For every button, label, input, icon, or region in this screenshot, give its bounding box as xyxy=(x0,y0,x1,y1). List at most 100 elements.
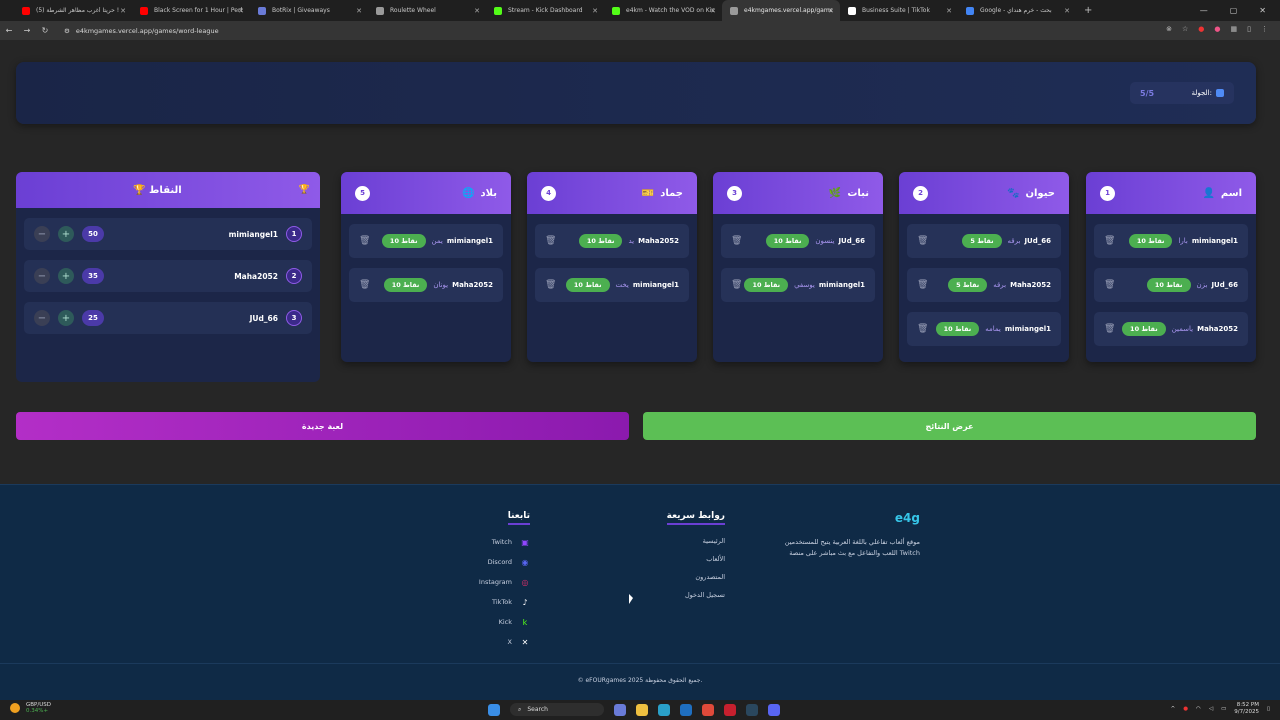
tab-close-icon[interactable]: ✕ xyxy=(120,7,126,15)
browser-tab[interactable]: Stream - Kick Dashboard ✕ xyxy=(486,0,604,21)
social-link-kick[interactable]: Kick k xyxy=(479,617,530,627)
trash-icon[interactable]: 🗑 xyxy=(917,324,928,334)
minus-icon[interactable]: − xyxy=(34,268,50,284)
footer-link[interactable]: تسجيل الدخول xyxy=(667,591,725,599)
tab-close-icon[interactable]: ✕ xyxy=(946,7,952,15)
chrome-icon[interactable] xyxy=(702,703,714,716)
answer-actions: 🗑 xyxy=(545,280,556,290)
extensions-icon[interactable]: ▦ xyxy=(1231,25,1238,33)
trash-icon[interactable]: 🗑 xyxy=(1104,324,1115,334)
browser-tab[interactable]: Business Suite | TikTok ✕ xyxy=(840,0,958,21)
browser-tab[interactable]: Google - بحث - خرم هنداي ✕ xyxy=(958,0,1076,21)
trash-icon[interactable]: 🗑 xyxy=(917,280,928,290)
trash-icon[interactable]: 🗑 xyxy=(545,280,556,290)
tab-close-icon[interactable]: ✕ xyxy=(1064,7,1070,15)
social-link-instagram[interactable]: Instagram ◎ xyxy=(479,577,530,587)
extension-pink-icon[interactable]: ● xyxy=(1214,25,1220,33)
browser-tab[interactable]: e4kmgames.vercel.app/games/✕ xyxy=(722,0,840,21)
notification-icon[interactable]: ▯ xyxy=(1267,706,1270,712)
footer-link[interactable]: الألعاب xyxy=(667,555,725,563)
tray-chevron-icon[interactable]: ^ xyxy=(1171,706,1176,712)
taskbar-apps: ⌕ Search xyxy=(488,703,780,716)
player-name: Maha2052 xyxy=(1010,281,1051,289)
round-indicator: 5/5 الجولة: xyxy=(1130,82,1234,104)
reload-icon[interactable]: ↻ xyxy=(36,26,54,35)
answer-row: 🗑 10 نقاط يمامه mimiangel1 xyxy=(907,312,1061,346)
tray-app-icon[interactable]: ● xyxy=(1183,706,1188,712)
footer: e4g موقع ألعاب تفاعلي باللغة العربية يتي… xyxy=(0,484,1280,700)
new-tab-icon[interactable]: + xyxy=(1084,5,1092,16)
copilot-icon[interactable] xyxy=(614,703,626,716)
tab-close-icon[interactable]: ✕ xyxy=(828,7,834,15)
quick-links-title: روابط سريعة xyxy=(666,511,725,525)
social-link-x[interactable]: X ✕ xyxy=(479,637,530,647)
player-name: Maha2052 xyxy=(452,281,493,289)
browser-tab[interactable]: (5) حريتا أغرب مظاهر الشرطة ! ✕ xyxy=(14,0,132,21)
edge-icon[interactable] xyxy=(658,703,670,716)
back-icon[interactable]: ← xyxy=(0,26,18,35)
answer-word: يد xyxy=(628,237,635,245)
minus-icon[interactable]: − xyxy=(34,226,50,242)
tab-title: Black Screen for 1 Hour | Perfe xyxy=(154,7,242,14)
discord-app-icon[interactable] xyxy=(768,703,780,716)
url-field[interactable]: ⚙ e4kmgames.vercel.app/games/word-league xyxy=(64,27,219,35)
trash-icon[interactable]: 🗑 xyxy=(359,236,370,246)
windows-start-icon[interactable] xyxy=(488,703,500,716)
app-red-icon[interactable] xyxy=(724,703,736,716)
social-link-twitch[interactable]: Twitch ▣ xyxy=(479,537,530,547)
answer-row: 🗑 10 نقاط يخت mimiangel1 xyxy=(535,268,689,302)
taskbar-search[interactable]: ⌕ Search xyxy=(510,703,604,716)
forward-icon[interactable]: → xyxy=(18,26,36,35)
plus-icon[interactable]: + xyxy=(58,310,74,326)
footer-link[interactable]: المتصدرون xyxy=(667,573,725,581)
category-header: 1 👤 اسم xyxy=(1086,172,1256,214)
volume-icon[interactable]: ◁ xyxy=(1209,706,1213,712)
trash-icon[interactable]: 🗑 xyxy=(1104,280,1115,290)
tab-close-icon[interactable]: ✕ xyxy=(474,7,480,15)
trash-icon[interactable]: 🗑 xyxy=(917,236,928,246)
site-info-icon[interactable]: ⚙ xyxy=(64,27,70,35)
menu-icon[interactable]: ⋮ xyxy=(1261,25,1268,33)
trash-icon[interactable]: 🗑 xyxy=(731,236,742,246)
category-icon: 👤 xyxy=(1202,187,1215,199)
browser-tab[interactable]: Black Screen for 1 Hour | Perfe ✕ xyxy=(132,0,250,21)
browser-tab[interactable]: Roulette Wheel ✕ xyxy=(368,0,486,21)
password-icon[interactable]: ⊗ xyxy=(1166,25,1172,33)
tab-close-icon[interactable]: ✕ xyxy=(238,7,244,15)
show-results-button[interactable]: عرض النتائج xyxy=(643,412,1256,440)
plus-icon[interactable]: + xyxy=(58,226,74,242)
trash-icon[interactable]: 🗑 xyxy=(1104,236,1115,246)
clock[interactable]: 8:52 PM 9/7/2025 xyxy=(1234,702,1259,716)
ticker-widget[interactable]: GBP/USD 0.34%+ xyxy=(10,702,51,714)
minimize-icon[interactable]: — xyxy=(1200,6,1208,15)
sidepanel-icon[interactable]: ▯ xyxy=(1247,25,1251,33)
points-badge: 10 نقاط xyxy=(578,234,623,248)
trash-icon[interactable]: 🗑 xyxy=(731,280,742,290)
new-game-button[interactable]: لعبة جديدة xyxy=(16,412,629,440)
minus-icon[interactable]: − xyxy=(34,310,50,326)
footer-link[interactable]: الرئيسية xyxy=(667,537,725,545)
close-icon[interactable]: ✕ xyxy=(1259,6,1266,15)
score-row: − +50 mimiangel1 1 xyxy=(24,218,312,250)
answer-actions: 🗑 xyxy=(359,280,370,290)
social-link-discord[interactable]: Discord ◉ xyxy=(479,557,530,567)
browser-tab[interactable]: BotRix | Giveaways ✕ xyxy=(250,0,368,21)
outlook-icon[interactable] xyxy=(680,703,692,716)
battery-icon[interactable]: ▭ xyxy=(1221,706,1226,712)
wifi-icon[interactable]: ◠ xyxy=(1196,706,1201,712)
extension-red-icon[interactable]: ● xyxy=(1198,25,1204,33)
browser-tab[interactable]: e4km - Watch the VOD on Kick ✕ xyxy=(604,0,722,21)
file-explorer-icon[interactable] xyxy=(636,703,648,716)
tab-close-icon[interactable]: ✕ xyxy=(592,7,598,15)
maximize-icon[interactable]: ▢ xyxy=(1230,6,1238,15)
bookmark-star-icon[interactable]: ☆ xyxy=(1182,25,1188,33)
tab-close-icon[interactable]: ✕ xyxy=(710,7,716,15)
tab-close-icon[interactable]: ✕ xyxy=(356,7,362,15)
steam-icon[interactable] xyxy=(746,703,758,716)
social-link-tiktok[interactable]: TikTok ♪ xyxy=(479,597,530,607)
answer-word: يخت xyxy=(615,281,629,289)
plus-icon[interactable]: + xyxy=(58,268,74,284)
trash-icon[interactable]: 🗑 xyxy=(545,236,556,246)
answer-details: 10 نقاط يوسفي mimiangel1 xyxy=(744,278,865,292)
trash-icon[interactable]: 🗑 xyxy=(359,280,370,290)
